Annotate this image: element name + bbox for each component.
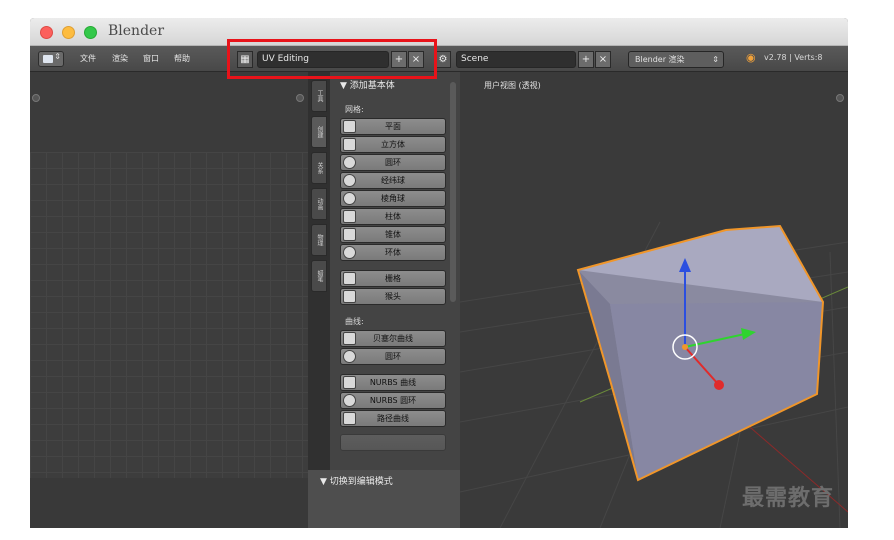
add-monkey-button[interactable]: 猴头 [340,288,446,305]
close-window-button[interactable] [40,26,53,39]
tab-grease-pencil[interactable]: 蜡笔 [311,260,327,292]
nurbs-circle-icon [343,394,356,407]
version-stats: v2.78 | Verts:8 [764,53,823,62]
title-bar: Blender [30,18,848,46]
button-label: 棱角球 [381,194,405,203]
add-cylinder-button[interactable]: 柱体 [340,208,446,225]
button-label: 贝塞尔曲线 [373,334,413,343]
x-arrow-icon[interactable] [714,380,724,390]
button-label: 柱体 [385,212,401,221]
add-bezier-circle-button[interactable]: 圆环 [340,348,446,365]
add-path-button[interactable]: 路径曲线 [340,410,446,427]
add-cube-button[interactable]: 立方体 [340,136,446,153]
uv-editor-upper-region [30,72,308,152]
path-curve-icon [343,412,356,425]
menu-render[interactable]: 渲染 [112,53,128,64]
menu-help[interactable]: 帮助 [174,53,190,64]
object-origin-dot [682,344,688,350]
tool-shelf: ▼ 添加基本体 网格: 平面 立方体 圆环 经纬球 棱角球 柱体 锥体 环体 栅… [330,72,460,528]
menu-file[interactable]: 文件 [80,53,96,64]
mesh-section-label: 网格: [345,105,364,114]
nurbs-curve-icon [343,376,356,389]
add-bezier-button[interactable]: 贝塞尔曲线 [340,330,446,347]
button-label: 路径曲线 [377,414,409,423]
circle-icon [343,156,356,169]
highlight-box [227,39,437,79]
viewport-scene [460,221,848,528]
tool-shelf-scrollbar[interactable] [450,82,456,302]
button-label: 圆环 [385,352,401,361]
add-ico-sphere-button[interactable]: 棱角球 [340,190,446,207]
editor-type-button[interactable]: ⇕ [38,51,64,67]
3d-viewport[interactable]: 用户视图 (透视) [460,72,848,528]
ico-sphere-icon [343,192,356,205]
tab-create[interactable]: 创建 [311,116,327,148]
button-label: NURBS 曲线 [369,378,417,387]
cube-front-face [610,302,823,480]
add-nurbs-curve-button[interactable]: NURBS 曲线 [340,374,446,391]
button-label: 圆环 [385,158,401,167]
add-circle-button[interactable]: 圆环 [340,154,446,171]
button-label: 平面 [385,122,401,131]
scene-icon[interactable]: ⚙ [435,51,451,68]
tool-shelf-tabs: 工具 创建 关系 动画 物理 蜡笔 [308,72,330,528]
add-torus-button[interactable]: 环体 [340,244,446,261]
bezier-curve-icon [343,332,356,345]
scene-field[interactable]: Scene [456,51,576,68]
monkey-icon [343,290,356,303]
grid-icon [343,272,356,285]
menu-window[interactable]: 窗口 [143,53,159,64]
bezier-circle-icon [343,350,356,363]
updown-arrow-icon: ⇕ [712,55,719,64]
area-split-handle-icon[interactable] [32,94,40,102]
uv-editor-footer [30,478,308,528]
watermark: 最需教育 [742,486,835,511]
add-nurbs-circle-button[interactable]: NURBS 圆环 [340,392,446,409]
minimize-window-button[interactable] [62,26,75,39]
add-cone-button[interactable]: 锥体 [340,226,446,243]
button-label: 栅格 [385,274,401,283]
cube-icon [343,138,356,151]
add-scene-button[interactable]: + [578,51,594,68]
button-label: 锥体 [385,230,401,239]
blender-window: Blender ⇕ 文件 渲染 窗口 帮助 ▦ UV Editing + × ⚙… [30,18,848,528]
updown-arrow-icon: ⇕ [54,52,61,61]
operator-panel: ▼ 切换到编辑模式 [308,470,460,528]
render-engine-name: Blender 渲染 [635,55,685,64]
button-label: 环体 [385,248,401,257]
torus-icon [343,246,356,259]
button-label: 立方体 [381,140,405,149]
area-split-handle-icon[interactable] [296,94,304,102]
tab-physics[interactable]: 物理 [311,224,327,256]
maximize-window-button[interactable] [84,26,97,39]
cone-icon [343,228,356,241]
add-plane-button[interactable]: 平面 [340,118,446,135]
button-label: 经纬球 [381,176,405,185]
add-grid-button[interactable]: 栅格 [340,270,446,287]
curve-section-label: 曲线: [345,317,364,326]
uv-sphere-icon [343,174,356,187]
uv-image-editor[interactable] [30,72,308,528]
partially-hidden-button [340,434,446,451]
uv-grid[interactable] [30,152,308,478]
toggle-edit-mode-panel-header[interactable]: ▼ 切换到编辑模式 [320,474,393,487]
info-header: ⇕ 文件 渲染 窗口 帮助 ▦ UV Editing + × ⚙ Scene +… [30,46,848,72]
scene-name: Scene [461,54,489,64]
info-editor-icon [43,55,53,63]
render-engine-select[interactable]: Blender 渲染 ⇕ [628,51,724,68]
tab-relations[interactable]: 关系 [311,152,327,184]
tab-tools[interactable]: 工具 [311,80,327,112]
plane-icon [343,120,356,133]
viewport-view-label: 用户视图 (透视) [484,81,541,90]
blender-logo-icon: ◉ [746,51,756,64]
cylinder-icon [343,210,356,223]
add-primitive-panel-header[interactable]: ▼ 添加基本体 [340,78,395,91]
area-split-handle-icon[interactable] [836,94,844,102]
delete-scene-button[interactable]: × [595,51,611,68]
window-title: Blender [108,23,165,39]
add-uv-sphere-button[interactable]: 经纬球 [340,172,446,189]
button-label: NURBS 圆环 [369,396,417,405]
button-label: 猴头 [385,292,401,301]
tab-animation[interactable]: 动画 [311,188,327,220]
